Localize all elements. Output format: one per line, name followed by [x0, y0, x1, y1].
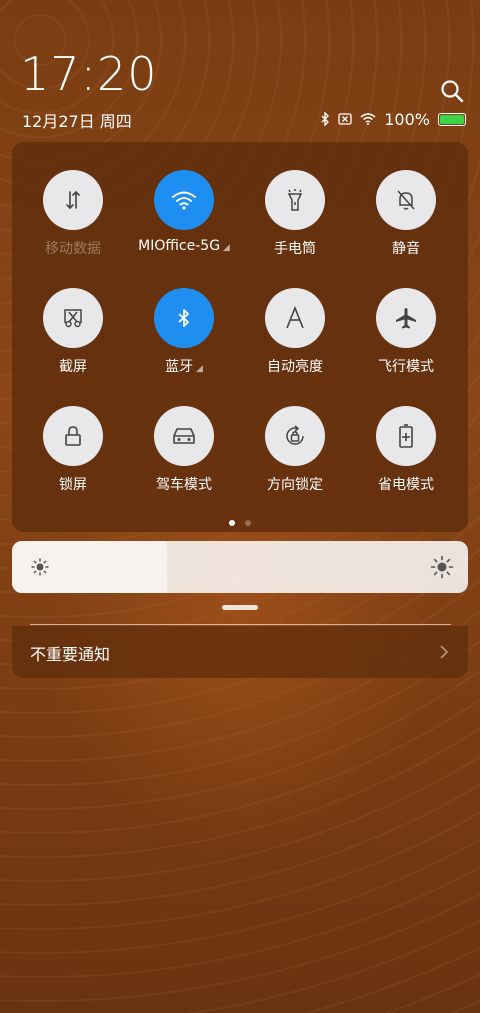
quick-settings-panel: 移动数据 MIOffice-5G ◢ 手电筒 静音截屏 蓝牙 ◢ 自动亮度 飞行模式锁屏 驾车… — [12, 142, 468, 532]
quick-tile-label: 蓝牙 ◢ — [165, 359, 203, 375]
quick-tile-label: 自动亮度 — [267, 359, 323, 375]
quick-tile-label: 锁屏 — [59, 477, 87, 493]
screenshot-scissors-icon — [61, 306, 85, 330]
quick-tile-button[interactable] — [154, 406, 214, 466]
quick-tile-label: 静音 — [392, 241, 420, 257]
unimportant-notifications-label: 不重要通知 — [30, 645, 111, 664]
quick-tile-11[interactable]: 方向锁定 — [245, 406, 345, 494]
quick-tile-button[interactable] — [154, 170, 214, 230]
quick-tile-9[interactable]: 锁屏 — [23, 406, 123, 494]
lock-icon — [62, 424, 84, 448]
quick-tile-label: 截屏 — [59, 359, 87, 375]
mute-bell-icon — [395, 188, 417, 212]
quick-tile-7[interactable]: 自动亮度 — [245, 288, 345, 376]
bluetooth-icon — [177, 308, 191, 328]
mobile-data-icon — [62, 189, 84, 211]
quick-tile-button[interactable] — [265, 288, 325, 348]
quick-tile-2[interactable]: MIOffice-5G ◢ — [134, 170, 234, 254]
quick-tile-label: 飞行模式 — [378, 359, 434, 375]
quick-tile-3[interactable]: 手电筒 — [245, 170, 345, 258]
page-dot — [245, 520, 251, 526]
unimportant-notifications-row[interactable]: 不重要通知 — [12, 626, 468, 678]
quick-tile-label: 移动数据 — [45, 241, 101, 257]
quick-tile-label: MIOffice-5G ◢ — [138, 238, 230, 254]
flashlight-icon — [284, 188, 306, 212]
quick-tile-button[interactable] — [154, 288, 214, 348]
quick-tile-8[interactable]: 飞行模式 — [356, 288, 456, 376]
wifi-icon — [171, 190, 197, 210]
quick-tile-label: 省电模式 — [378, 477, 434, 493]
rotation-lock-icon — [283, 424, 307, 448]
no-sim-icon — [338, 113, 352, 125]
quick-tile-button[interactable] — [376, 170, 436, 230]
auto-brightness-icon — [283, 306, 307, 330]
quick-tile-button[interactable] — [265, 170, 325, 230]
battery-icon — [438, 112, 466, 126]
bluetooth-status-icon — [321, 112, 330, 126]
battery-percent: 100% — [384, 109, 430, 129]
divider — [30, 624, 451, 625]
search-icon[interactable] — [439, 78, 465, 104]
quick-tile-button[interactable] — [376, 288, 436, 348]
quick-tile-button[interactable] — [43, 288, 103, 348]
brightness-low-icon — [31, 558, 49, 576]
page-indicator — [0, 520, 480, 526]
quick-tile-10[interactable]: 驾车模式 — [134, 406, 234, 494]
battery-saver-icon — [397, 423, 415, 449]
quick-tile-button[interactable] — [43, 406, 103, 466]
quick-tile-button[interactable] — [265, 406, 325, 466]
airplane-icon — [394, 306, 418, 330]
expand-indicator-icon: ◢ — [193, 364, 203, 374]
battery-level — [440, 114, 464, 124]
quick-tile-6[interactable]: 蓝牙 ◢ — [134, 288, 234, 376]
system-icons: 100% — [320, 108, 466, 130]
brightness-high-icon — [430, 555, 454, 579]
status-bar: 17:20 12月27日 周四 100% — [0, 0, 480, 140]
chevron-right-icon — [440, 645, 449, 659]
quick-tile-5[interactable]: 截屏 — [23, 288, 123, 376]
panel-drag-handle[interactable] — [222, 605, 258, 610]
quick-tile-12[interactable]: 省电模式 — [356, 406, 456, 494]
car-icon — [171, 425, 197, 447]
quick-tile-label: 方向锁定 — [267, 477, 323, 493]
quick-tile-button[interactable] — [43, 170, 103, 230]
page-dot — [229, 520, 235, 526]
quick-tile-label: 驾车模式 — [156, 477, 212, 493]
quick-tile-button[interactable] — [376, 406, 436, 466]
quick-tile-label: 手电筒 — [274, 241, 316, 257]
quick-tile-1[interactable]: 移动数据 — [23, 170, 123, 258]
date: 12月27日 周四 — [22, 112, 132, 131]
brightness-slider[interactable] — [12, 541, 468, 593]
expand-indicator-icon: ◢ — [220, 243, 230, 253]
wifi-status-icon — [360, 113, 376, 125]
quick-tile-4[interactable]: 静音 — [356, 170, 456, 258]
clock: 17:20 — [20, 47, 158, 101]
